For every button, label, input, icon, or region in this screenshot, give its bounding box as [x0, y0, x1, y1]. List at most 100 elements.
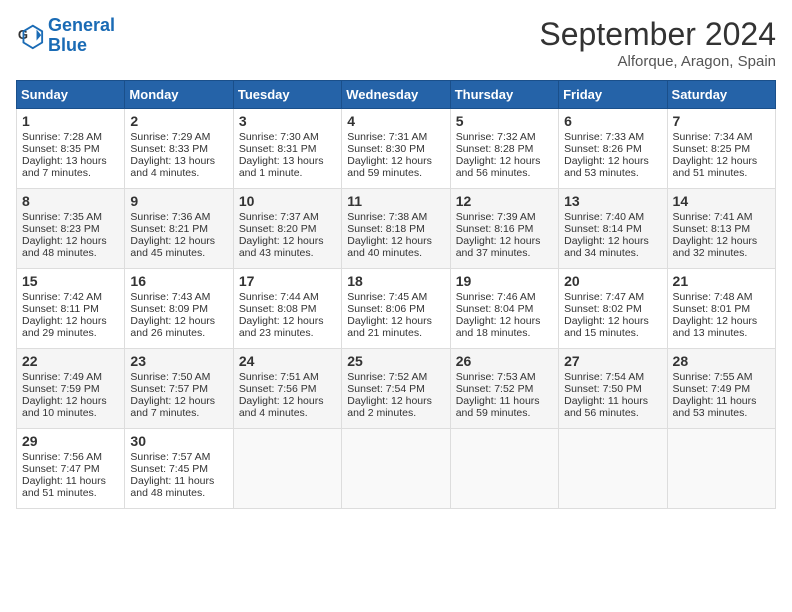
day-info-line: Sunrise: 7:56 AM: [22, 451, 119, 463]
day-info-line: and 37 minutes.: [456, 247, 553, 259]
day-info-line: Daylight: 12 hours: [673, 315, 770, 327]
day-info-line: Sunset: 8:25 PM: [673, 143, 770, 155]
calendar-cell: 7Sunrise: 7:34 AMSunset: 8:25 PMDaylight…: [667, 109, 775, 189]
day-info-line: Daylight: 13 hours: [130, 155, 227, 167]
day-info-line: Sunset: 8:04 PM: [456, 303, 553, 315]
day-number: 18: [347, 273, 444, 289]
calendar-cell: 8Sunrise: 7:35 AMSunset: 8:23 PMDaylight…: [17, 189, 125, 269]
day-info-line: Daylight: 12 hours: [347, 155, 444, 167]
day-info-line: Daylight: 12 hours: [22, 315, 119, 327]
day-info-line: Daylight: 11 hours: [130, 475, 227, 487]
day-info-line: Sunset: 7:54 PM: [347, 383, 444, 395]
day-info-line: and 51 minutes.: [22, 487, 119, 499]
day-info-line: Daylight: 12 hours: [347, 315, 444, 327]
title-block: September 2024 Alforque, Aragon, Spain: [539, 16, 776, 70]
day-number: 9: [130, 193, 227, 209]
day-info-line: and 45 minutes.: [130, 247, 227, 259]
calendar-cell: 15Sunrise: 7:42 AMSunset: 8:11 PMDayligh…: [17, 269, 125, 349]
day-info-line: Sunset: 7:56 PM: [239, 383, 336, 395]
day-of-week-header: Saturday: [667, 81, 775, 109]
day-info-line: Sunrise: 7:29 AM: [130, 131, 227, 143]
day-number: 26: [456, 353, 553, 369]
calendar-cell: 14 Sunrise: 7:41 AMSunset: 8:13 PMDayligh…: [667, 189, 775, 269]
day-number: 24: [239, 353, 336, 369]
day-info-line: Sunset: 8:02 PM: [564, 303, 661, 315]
day-number: 30: [130, 433, 227, 449]
day-info-line: and 7 minutes.: [22, 167, 119, 179]
day-info-line: Sunset: 7:45 PM: [130, 463, 227, 475]
calendar-cell: 1Sunrise: 7:28 AMSunset: 8:35 PMDaylight…: [17, 109, 125, 189]
day-number: 6: [564, 113, 661, 129]
calendar-cell: 18Sunrise: 7:45 AMSunset: 8:06 PMDayligh…: [342, 269, 450, 349]
day-info-line: Daylight: 12 hours: [456, 315, 553, 327]
day-info-line: Daylight: 12 hours: [347, 395, 444, 407]
day-info-line: Sunrise: 7:28 AM: [22, 131, 119, 143]
calendar-week-row: 22Sunrise: 7:49 AMSunset: 7:59 PMDayligh…: [17, 349, 776, 429]
day-info-line: Sunrise: 7:41 AM: [673, 211, 770, 223]
day-info-line: Daylight: 13 hours: [239, 155, 336, 167]
day-info-line: Sunset: 8:11 PM: [22, 303, 119, 315]
calendar-cell: 13Sunrise: 7:40 AMSunset: 8:14 PMDayligh…: [559, 189, 667, 269]
day-info-line: Sunrise: 7:33 AM: [564, 131, 661, 143]
day-number: 16: [130, 273, 227, 289]
calendar-week-row: 1Sunrise: 7:28 AMSunset: 8:35 PMDaylight…: [17, 109, 776, 189]
day-info-line: Sunset: 8:14 PM: [564, 223, 661, 235]
day-info-line: Sunset: 8:13 PM: [673, 223, 770, 235]
day-info-line: Daylight: 12 hours: [22, 235, 119, 247]
calendar-cell: 10Sunrise: 7:37 AMSunset: 8:20 PMDayligh…: [233, 189, 341, 269]
day-info-line: Daylight: 12 hours: [239, 395, 336, 407]
day-number: 8: [22, 193, 119, 209]
day-number: 14: [673, 193, 770, 209]
day-info-line: and 43 minutes.: [239, 247, 336, 259]
day-info-line: and 15 minutes.: [564, 327, 661, 339]
calendar-week-row: 15Sunrise: 7:42 AMSunset: 8:11 PMDayligh…: [17, 269, 776, 349]
calendar-cell: 9Sunrise: 7:36 AMSunset: 8:21 PMDaylight…: [125, 189, 233, 269]
day-info-line: and 4 minutes.: [239, 407, 336, 419]
day-info-line: and 7 minutes.: [130, 407, 227, 419]
calendar-cell: 24Sunrise: 7:51 AMSunset: 7:56 PMDayligh…: [233, 349, 341, 429]
day-info-line: Sunrise: 7:48 AM: [673, 291, 770, 303]
month-title: September 2024: [539, 16, 776, 53]
calendar-cell: 3Sunrise: 7:30 AMSunset: 8:31 PMDaylight…: [233, 109, 341, 189]
calendar-cell: 16Sunrise: 7:43 AMSunset: 8:09 PMDayligh…: [125, 269, 233, 349]
day-info-line: Sunrise: 7:52 AM: [347, 371, 444, 383]
day-info-line: Daylight: 12 hours: [564, 235, 661, 247]
day-info-line: Sunset: 8:35 PM: [22, 143, 119, 155]
day-info-line: Daylight: 12 hours: [456, 235, 553, 247]
day-info-line: Sunset: 7:49 PM: [673, 383, 770, 395]
day-info-line: and 10 minutes.: [22, 407, 119, 419]
calendar-cell: [450, 429, 558, 509]
day-info-line: Sunset: 8:01 PM: [673, 303, 770, 315]
day-info-line: and 34 minutes.: [564, 247, 661, 259]
day-info-line: Daylight: 11 hours: [22, 475, 119, 487]
day-info-line: Sunrise: 7:31 AM: [347, 131, 444, 143]
calendar-cell: 12Sunrise: 7:39 AMSunset: 8:16 PMDayligh…: [450, 189, 558, 269]
calendar-cell: [559, 429, 667, 509]
day-info-line: Sunset: 8:08 PM: [239, 303, 336, 315]
day-number: 27: [564, 353, 661, 369]
day-number: 28: [673, 353, 770, 369]
calendar-cell: 21Sunrise: 7:48 AMSunset: 8:01 PMDayligh…: [667, 269, 775, 349]
calendar-cell: 11Sunrise: 7:38 AMSunset: 8:18 PMDayligh…: [342, 189, 450, 269]
day-info-line: Sunrise: 7:44 AM: [239, 291, 336, 303]
day-info-line: Sunset: 8:21 PM: [130, 223, 227, 235]
day-info-line: Sunset: 8:30 PM: [347, 143, 444, 155]
day-info-line: and 53 minutes.: [564, 167, 661, 179]
day-info-line: Daylight: 11 hours: [564, 395, 661, 407]
day-info-line: and 59 minutes.: [347, 167, 444, 179]
day-info-line: Daylight: 13 hours: [22, 155, 119, 167]
day-info-line: Sunrise: 7:49 AM: [22, 371, 119, 383]
day-info-line: Daylight: 12 hours: [673, 235, 770, 247]
day-info-line: and 32 minutes.: [673, 247, 770, 259]
day-info-line: and 56 minutes.: [564, 407, 661, 419]
day-number: 29: [22, 433, 119, 449]
day-info-line: Sunset: 8:16 PM: [456, 223, 553, 235]
day-info-line: and 48 minutes.: [22, 247, 119, 259]
day-info-line: Sunset: 8:09 PM: [130, 303, 227, 315]
day-info-line: Sunrise: 7:47 AM: [564, 291, 661, 303]
calendar-cell: 29Sunrise: 7:56 AMSunset: 7:47 PMDayligh…: [17, 429, 125, 509]
day-number: 11: [347, 193, 444, 209]
day-info-line: Sunset: 8:26 PM: [564, 143, 661, 155]
day-number: 25: [347, 353, 444, 369]
calendar-cell: 4Sunrise: 7:31 AMSunset: 8:30 PMDaylight…: [342, 109, 450, 189]
